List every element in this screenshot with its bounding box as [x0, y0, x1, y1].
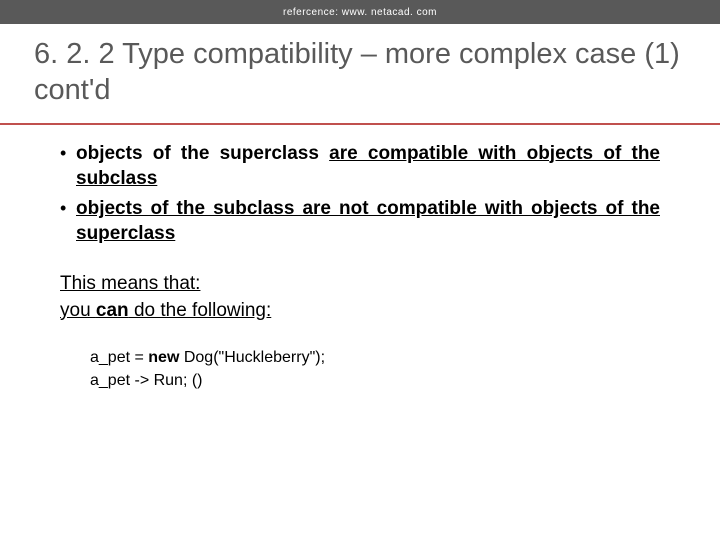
means-block: This means that: you can do the followin… [60, 271, 660, 324]
means-line1: This means that: [60, 273, 200, 294]
reference-text: refercence: www. netacad. com [283, 7, 437, 18]
code-line: a_pet = new Dog("Huckleberry"); [90, 346, 660, 369]
bullet-underline: objects of the subclass are not compatib… [76, 198, 660, 245]
top-reference-bar: refercence: www. netacad. com [0, 0, 720, 24]
bullet-list: objects of the superclass are compatible… [60, 141, 660, 248]
code-line: a_pet -> Run; () [90, 369, 660, 392]
code-block: a_pet = new Dog("Huckleberry"); a_pet ->… [60, 346, 660, 392]
bullet-lead: objects of the superclass [76, 143, 329, 164]
means-line2: you can do the following: [60, 300, 271, 321]
slide-title: 6. 2. 2 Type compatibility – more comple… [0, 24, 720, 117]
slide-content: objects of the superclass are compatible… [0, 125, 720, 393]
bullet-item: objects of the superclass are compatible… [60, 141, 660, 192]
bullet-item: objects of the subclass are not compatib… [60, 196, 660, 247]
